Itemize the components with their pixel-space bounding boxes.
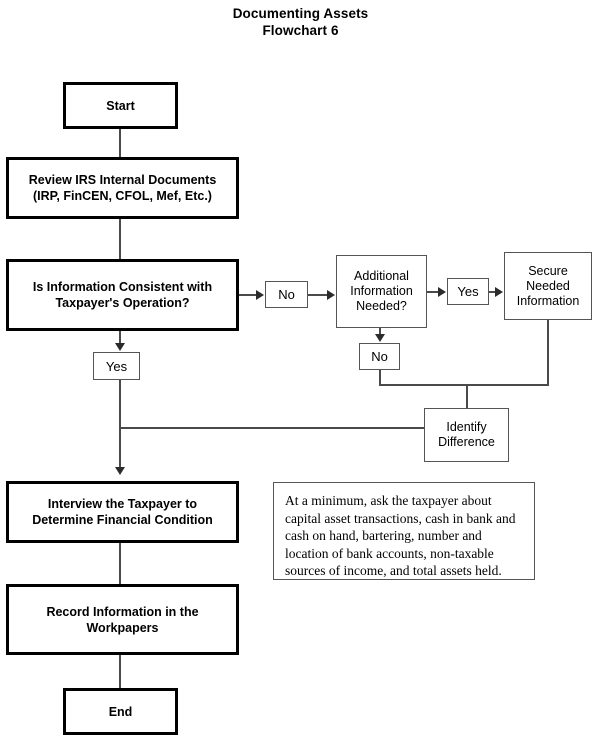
connector-decision-to-no — [238, 294, 257, 296]
connector-start-to-review — [119, 128, 121, 159]
label-additional-yes[interactable]: Yes — [447, 278, 489, 305]
node-secure-info-label: Secure Needed Information — [516, 263, 580, 308]
connector-no-to-additional — [308, 294, 328, 296]
connector-no-to-merge — [379, 370, 381, 385]
note-text: At a minimum, ask the taxpayer about cap… — [285, 493, 516, 579]
label-consistent-no-text: No — [278, 287, 295, 302]
connector-interview-to-record — [119, 543, 121, 585]
node-additional-information-decision[interactable]: Additional Information Needed? — [336, 255, 427, 328]
flowchart-canvas: Documenting Assets Flowchart 6 Start Rev… — [0, 0, 601, 749]
node-identify-difference[interactable]: Identify Difference — [424, 408, 509, 462]
connector-review-to-decision — [119, 218, 121, 260]
node-secure-needed-information[interactable]: Secure Needed Information — [504, 252, 592, 320]
connector-yes-to-interview — [119, 380, 121, 468]
arrowhead-decision-to-yes — [115, 343, 125, 351]
merge-bar-to-identify — [379, 384, 549, 386]
label-additional-yes-text: Yes — [457, 284, 479, 299]
node-record-information[interactable]: Record Information in the Workpapers — [6, 584, 239, 655]
node-end[interactable]: End — [63, 688, 178, 735]
node-interview-taxpayer[interactable]: Interview the Taxpayer to Determine Fina… — [6, 481, 239, 543]
node-end-label: End — [108, 704, 133, 719]
node-identify-difference-label: Identify Difference — [438, 420, 495, 449]
node-interview-label: Interview the Taxpayer to Determine Fina… — [32, 497, 213, 527]
node-start[interactable]: Start — [63, 82, 178, 129]
node-information-consistent-decision[interactable]: Is Information Consistent with Taxpayer'… — [6, 259, 239, 331]
connector-record-to-end — [119, 655, 121, 689]
connector-identify-to-trunk — [119, 427, 425, 429]
note-callout: At a minimum, ask the taxpayer about cap… — [273, 482, 535, 580]
node-record-label: Record Information in the Workpapers — [46, 604, 199, 635]
label-consistent-yes-text: Yes — [105, 358, 128, 374]
node-additional-info-label: Additional Information Needed? — [350, 269, 413, 313]
arrowhead-yes-to-secure — [495, 287, 503, 297]
connector-merge-to-identify — [466, 384, 468, 408]
arrowhead-additional-to-no — [375, 334, 385, 342]
arrowhead-no-to-additional — [327, 290, 335, 300]
label-consistent-yes[interactable]: Yes — [93, 352, 140, 380]
node-start-label: Start — [106, 98, 135, 113]
page-title: Documenting Assets — [232, 6, 369, 21]
page-subtitle: Flowchart 6 — [262, 23, 339, 38]
node-consistent-label: Is Information Consistent with Taxpayer'… — [32, 280, 213, 310]
arrowhead-additional-to-yes — [438, 287, 446, 297]
connector-decision-to-yes — [119, 330, 121, 344]
label-additional-no[interactable]: No — [359, 343, 400, 370]
node-review-irs-documents[interactable]: Review IRS Internal Documents (IRP, FinC… — [6, 157, 239, 219]
connector-secure-to-merge — [547, 320, 549, 385]
arrowhead-to-interview — [115, 467, 125, 475]
arrowhead-decision-to-no — [256, 290, 264, 300]
label-consistent-no[interactable]: No — [265, 281, 308, 308]
label-additional-no-text: No — [371, 349, 388, 364]
node-review-label: Review IRS Internal Documents (IRP, FinC… — [28, 173, 217, 203]
